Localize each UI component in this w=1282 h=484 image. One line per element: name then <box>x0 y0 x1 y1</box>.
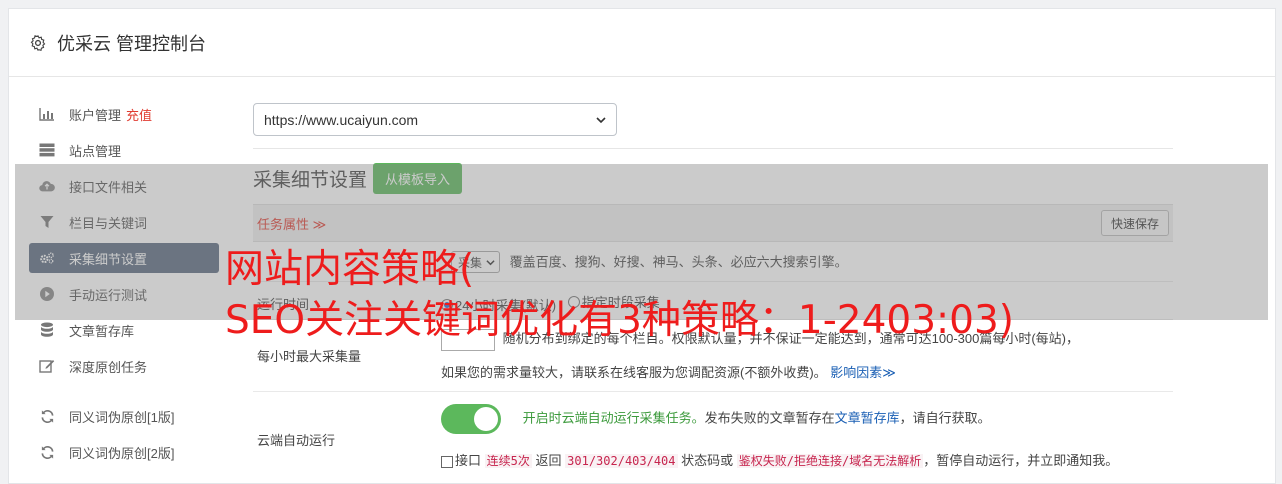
code-errors: 鉴权失败/拒绝连接/域名无法解析 <box>736 454 924 468</box>
sidebar-item-synonym-v1[interactable]: 同义词伪原创[1版] <box>29 401 219 431</box>
cloud-run-line1: 开启时云端自动运行采集任务。发布失败的文章暂存在文章暂存库，请自行获取。 <box>441 404 991 434</box>
cloud-run-label: 云端自动运行 <box>257 433 336 448</box>
sidebar-item-label: 账户管理 <box>69 107 122 123</box>
cloud-run-note: 开启时云端自动运行采集任务。 <box>522 410 705 426</box>
sidebar-divider <box>29 387 219 401</box>
site-select-value: https://www.ucaiyun.com <box>264 111 419 128</box>
gear-icon <box>30 34 46 51</box>
refresh-icon <box>39 444 55 460</box>
recharge-link[interactable]: 充值 <box>126 105 152 124</box>
chevron-down-icon <box>596 116 606 123</box>
sidebar-item-deep-original[interactable]: 深度原创任务 <box>29 351 219 381</box>
text-return: 返回 <box>535 453 562 468</box>
max-collect-label: 每小时最大采集量 <box>257 349 362 364</box>
sidebar-item-synonym-v2[interactable]: 同义词伪原创[2版] <box>29 437 219 467</box>
impact-factors-link[interactable]: 影响因素≫ <box>830 365 896 380</box>
cloud-run-line2: 接口 连续5次 返回 301/302/403/404 状态码或 鉴权失败/拒绝连… <box>441 450 1118 469</box>
text-status: 状态码或 <box>681 453 734 468</box>
cloud-run-text2: ，请自行获取。 <box>899 410 991 426</box>
sidebar-item-label: 深度原创任务 <box>69 359 148 375</box>
server-icon <box>39 142 55 158</box>
refresh-icon <box>39 408 55 424</box>
checkbox-label: 接口 <box>455 453 482 468</box>
sidebar-item-account[interactable]: 账户管理 充值 <box>29 99 219 129</box>
title-bar: 优采云 管理控制台 <box>9 9 1275 77</box>
sidebar-item-label: 同义词伪原创[2版] <box>69 445 175 461</box>
code-status: 301/302/403/404 <box>565 454 678 468</box>
bar-chart-icon <box>39 106 55 122</box>
cloud-run-toggle[interactable] <box>441 404 501 434</box>
pause-notify-checkbox[interactable] <box>441 455 453 468</box>
page-title: 优采云 管理控制台 <box>57 33 207 54</box>
edit-icon <box>39 358 55 374</box>
watermark-text: 网站内容策略( SEO关注关键词优化有3种策略：1-2403:03) <box>225 244 1014 346</box>
article-store-link[interactable]: 文章暂存库 <box>835 410 900 425</box>
code-consecutive: 连续5次 <box>484 454 532 468</box>
text-end: ，暂停自动运行，并立即通知我。 <box>923 453 1119 468</box>
max-collect-line2: 如果您的需求量较大，请联系在线客服为您调配资源(不额外收费)。 影响因素≫ <box>441 362 896 381</box>
sidebar-item-label: 文章暂存库 <box>69 323 135 339</box>
database-icon <box>39 322 55 338</box>
sidebar-item-sites[interactable]: 站点管理 <box>29 135 219 165</box>
sidebar-item-label: 同义词伪原创[1版] <box>69 409 175 425</box>
max-collect-desc2: 如果您的需求量较大，请联系在线客服为您调配资源(不额外收费)。 <box>441 365 827 380</box>
sidebar-item-label: 站点管理 <box>69 143 122 159</box>
site-select[interactable]: https://www.ucaiyun.com <box>253 103 617 136</box>
cloud-run-row: 云端自动运行 开启时云端自动运行采集任务。发布失败的文章暂存在文章暂存库，请自行… <box>253 392 1173 482</box>
watermark-line2: SEO关注关键词优化有3种策略：1-2403:03) <box>225 298 1015 343</box>
cloud-run-text: 发布失败的文章暂存在 <box>704 410 835 426</box>
watermark-line1: 网站内容策略( <box>225 247 475 292</box>
divider <box>253 148 1173 149</box>
